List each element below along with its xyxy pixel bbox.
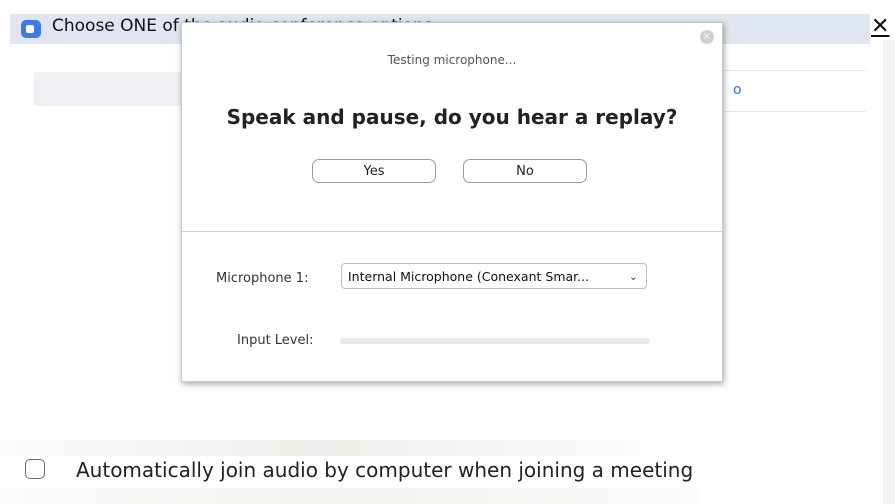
microphone-label: Microphone 1: — [216, 271, 309, 286]
microphone-selected-value: Internal Microphone (Conexant Smar... — [348, 269, 590, 284]
background-tab-left[interactable] — [34, 72, 184, 106]
yes-button[interactable]: Yes — [312, 159, 436, 183]
background-tab-right[interactable] — [724, 70, 866, 112]
chevron-down-icon: ⌄ — [628, 270, 638, 283]
testing-status-text: Testing microphone... — [387, 53, 517, 67]
dialog-divider — [182, 231, 722, 232]
replay-question: Speak and pause, do you hear a replay? — [226, 105, 678, 129]
window-close-icon[interactable]: ✕ — [871, 14, 889, 39]
input-level-label: Input Level: — [237, 333, 314, 348]
input-level-meter — [340, 338, 650, 344]
background-tab-label: o — [733, 82, 742, 98]
background-blur-bottom — [0, 488, 700, 504]
auto-join-checkbox[interactable] — [25, 459, 45, 479]
microphone-select[interactable]: Internal Microphone (Conexant Smar... ⌄ — [341, 263, 647, 289]
no-button[interactable]: No — [463, 159, 587, 183]
test-microphone-dialog: × Testing microphone... Speak and pause,… — [181, 22, 723, 382]
dialog-close-icon[interactable]: × — [700, 30, 714, 44]
zoom-app-icon — [21, 20, 41, 38]
background-blur — [0, 440, 640, 456]
auto-join-label: Automatically join audio by computer whe… — [76, 458, 694, 482]
window-edge — [883, 40, 895, 504]
